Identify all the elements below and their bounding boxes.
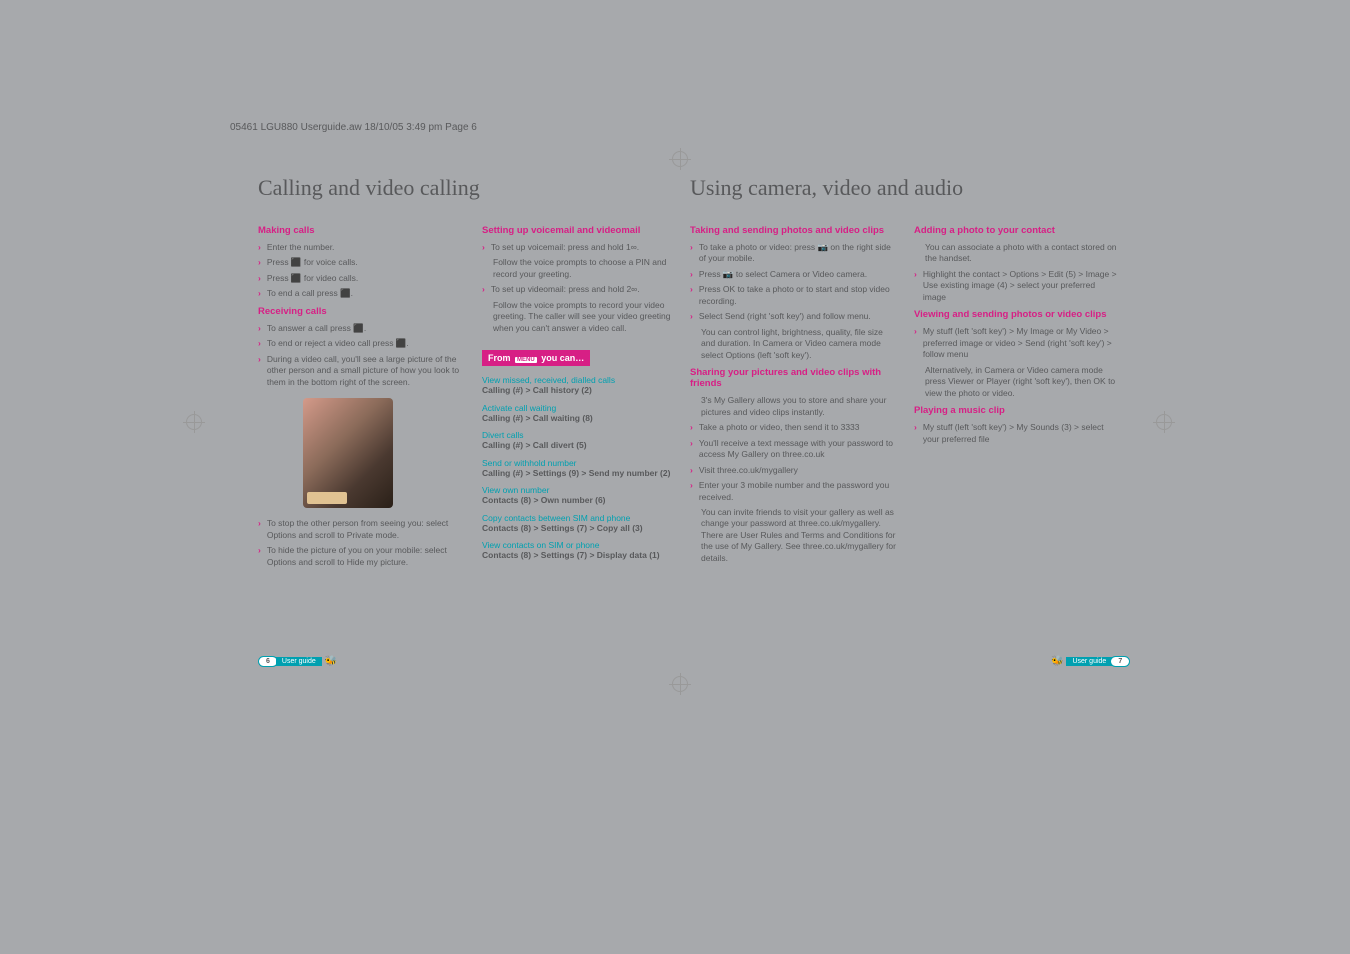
- taking-heading: Taking and sending photos and video clip…: [690, 225, 896, 236]
- setup-heading: Setting up voicemail and videomail: [482, 225, 688, 236]
- list-item: ›To set up videomail: press and hold 2∞.: [482, 284, 688, 295]
- list-item: ›Press ⬛ for video calls.: [258, 273, 464, 284]
- bee-icon: 🐝: [1051, 656, 1063, 667]
- body-text: Follow the voice prompts to choose a PIN…: [493, 257, 688, 280]
- right-col2: Adding a photo to your contact You can a…: [914, 219, 1120, 568]
- from-menu-header: From MENU you can…: [482, 350, 590, 366]
- list-item: ›Press OK to take a photo or to start an…: [690, 284, 896, 307]
- footer-right: 🐝 User guide 7: [1048, 656, 1130, 667]
- video-call-photo: [303, 398, 393, 508]
- menu-path: Contacts (8) > Settings (7) > Copy all (…: [482, 523, 688, 534]
- sub-heading: View contacts on SIM or phone: [482, 540, 688, 550]
- list-item: ›To answer a call press ⬛.: [258, 323, 464, 334]
- list-item: ›To set up voicemail: press and hold 1∞.: [482, 242, 688, 253]
- sub-heading: Divert calls: [482, 430, 688, 440]
- list-item: ›Enter your 3 mobile number and the pass…: [690, 480, 896, 503]
- page-title: Calling and video calling: [258, 175, 688, 201]
- making-calls-heading: Making calls: [258, 225, 464, 236]
- right-col1: Taking and sending photos and video clip…: [690, 219, 896, 568]
- list-item: ›To end a call press ⬛.: [258, 288, 464, 299]
- menu-path: Calling (#) > Call divert (5): [482, 440, 688, 451]
- menu-path: Calling (#) > Settings (9) > Send my num…: [482, 468, 688, 479]
- body-text: You can associate a photo with a contact…: [925, 242, 1120, 265]
- left-col1: Making calls ›Enter the number. ›Press ⬛…: [258, 219, 464, 572]
- sub-heading: Send or withhold number: [482, 458, 688, 468]
- sharing-heading: Sharing your pictures and video clips wi…: [690, 367, 896, 389]
- list-item: ›To hide the picture of you on your mobi…: [258, 545, 464, 568]
- body-text: You can control light, brightness, quali…: [701, 327, 896, 361]
- list-item: ›Select Send (right 'soft key') and foll…: [690, 311, 896, 322]
- menu-path: Calling (#) > Call history (2): [482, 385, 688, 396]
- footer-label: User guide: [276, 657, 322, 666]
- sub-heading: Activate call waiting: [482, 403, 688, 413]
- list-item: ›You'll receive a text message with your…: [690, 438, 896, 461]
- menu-path: Contacts (8) > Own number (6): [482, 495, 688, 506]
- registration-mark: [186, 414, 202, 430]
- list-item: ›My stuff (left 'soft key') > My Image o…: [914, 326, 1120, 360]
- receiving-calls-heading: Receiving calls: [258, 306, 464, 317]
- menu-path: Calling (#) > Call waiting (8): [482, 413, 688, 424]
- page-number: 7: [1110, 656, 1130, 667]
- right-page: Using camera, video and audio Taking and…: [690, 175, 1120, 568]
- sub-heading: Copy contacts between SIM and phone: [482, 513, 688, 523]
- viewing-heading: Viewing and sending photos or video clip…: [914, 309, 1120, 320]
- left-col2: Setting up voicemail and videomail ›To s…: [482, 219, 688, 572]
- print-header: 05461 LGU880 Userguide.aw 18/10/05 3:49 …: [230, 122, 477, 133]
- registration-mark: [1156, 414, 1172, 430]
- registration-mark: [672, 151, 688, 167]
- list-item: ›Highlight the contact > Options > Edit …: [914, 269, 1120, 303]
- list-item: ›Take a photo or video, then send it to …: [690, 422, 896, 433]
- list-item: ›During a video call, you'll see a large…: [258, 354, 464, 388]
- footer-label: User guide: [1066, 657, 1112, 666]
- footer-left: 6 User guide 🐝: [258, 656, 340, 667]
- playing-heading: Playing a music clip: [914, 405, 1120, 416]
- list-item: ›Press ⬛ for voice calls.: [258, 257, 464, 268]
- body-text: Follow the voice prompts to record your …: [493, 300, 688, 334]
- bee-icon: 🐝: [325, 656, 337, 667]
- menu-path: Contacts (8) > Settings (7) > Display da…: [482, 550, 688, 561]
- left-page: Calling and video calling Making calls ›…: [258, 175, 688, 572]
- registration-mark: [672, 676, 688, 692]
- list-item: ›My stuff (left 'soft key') > My Sounds …: [914, 422, 1120, 445]
- list-item: ›To stop the other person from seeing yo…: [258, 518, 464, 541]
- sub-heading: View missed, received, dialled calls: [482, 375, 688, 385]
- page-number: 6: [258, 656, 278, 667]
- adding-heading: Adding a photo to your contact: [914, 225, 1120, 236]
- list-item: ›To take a photo or video: press 📷 on th…: [690, 242, 896, 265]
- list-item: ›To end or reject a video call press ⬛.: [258, 338, 464, 349]
- sub-heading: View own number: [482, 485, 688, 495]
- list-item: ›Visit three.co.uk/mygallery: [690, 465, 896, 476]
- list-item: ›Enter the number.: [258, 242, 464, 253]
- list-item: ›Press 📷 to select Camera or Video camer…: [690, 269, 896, 280]
- body-text: Alternatively, in Camera or Video camera…: [925, 365, 1120, 399]
- body-text: 3's My Gallery allows you to store and s…: [701, 395, 896, 418]
- page-title: Using camera, video and audio: [690, 175, 1120, 201]
- body-text: You can invite friends to visit your gal…: [701, 507, 896, 564]
